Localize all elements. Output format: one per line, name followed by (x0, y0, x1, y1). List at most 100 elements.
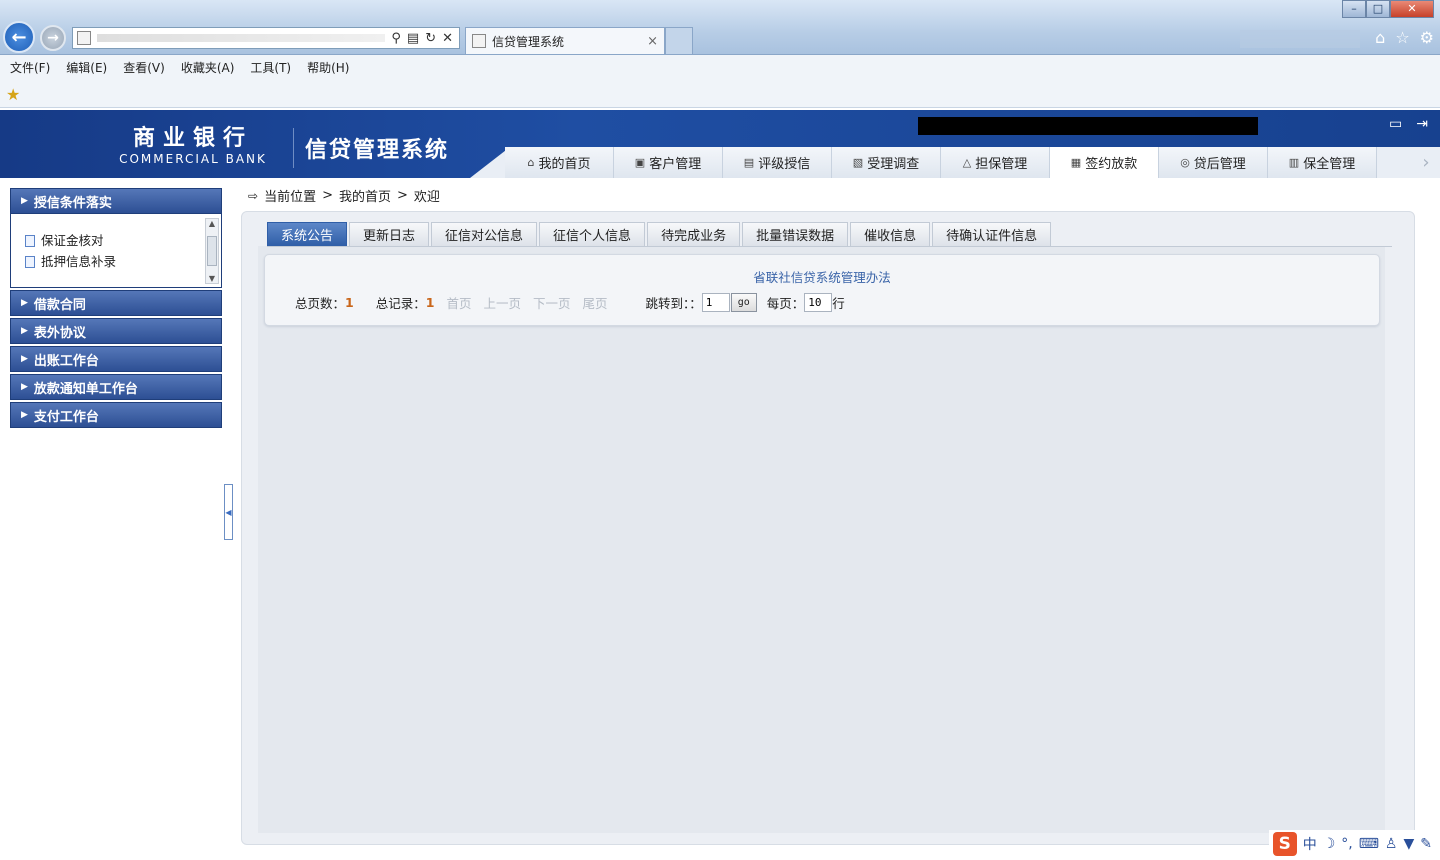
nav-postloan[interactable]: ◎ 贷后管理 (1159, 147, 1268, 178)
caret-right-icon: ▶ (21, 410, 28, 420)
moon-icon[interactable]: ☽ (1323, 836, 1336, 852)
breadcrumb-home[interactable]: 我的首页 (339, 186, 391, 205)
sidebar-group-loan-notice-desk[interactable]: ▶ 放款通知单工作台 (10, 374, 222, 400)
main-nav: ⌂ 我的首页 ▣ 客户管理 ▤ 评级授信 ▧ 受理调查 △ 担保管理 ▦ 签约放款 ◎ 贷后管… (505, 147, 1377, 178)
punctuation-icon[interactable]: °, (1341, 836, 1352, 852)
total-records-label: 总记录： (375, 296, 426, 311)
home-browser-icon[interactable]: ⌂ (1375, 28, 1385, 47)
menu-favorites[interactable]: 收藏夹(A) (181, 59, 235, 76)
bank-logo: 商业银行 COMMERCIAL BANK (108, 126, 278, 166)
tab-pending-business[interactable]: 待完成业务 (647, 222, 741, 246)
content-tabs: 系统公告 更新日志 征信对公信息 征信个人信息 待完成业务 批量错误数据 催收信… (267, 222, 1052, 246)
menu-tools[interactable]: 工具(T) (250, 59, 291, 76)
content-area (258, 246, 1385, 833)
caret-right-icon: ▶ (21, 298, 28, 308)
back-button[interactable]: ← (3, 21, 35, 53)
stop-icon[interactable]: ✕ (442, 31, 453, 46)
address-url-redacted (97, 34, 386, 42)
add-favorite-icon[interactable]: ★ (6, 85, 20, 104)
total-pages-value: 1 (345, 295, 354, 310)
jump-page-input[interactable] (701, 293, 730, 312)
sogou-ime-icon[interactable]: S (1272, 832, 1297, 856)
sidebar-item-label: 抵押信息补录 (41, 254, 117, 269)
back-arrow-icon: ← (11, 26, 27, 48)
breadcrumb-label: 当前位置 (264, 190, 317, 205)
menu-view[interactable]: 查看(V) (123, 59, 165, 76)
nav-customer[interactable]: ▣ 客户管理 (614, 147, 723, 178)
guarantee-icon: △ (962, 156, 972, 169)
refresh-icon[interactable]: ↻ (425, 31, 436, 46)
prev-page-link[interactable]: 上一页 (483, 293, 521, 312)
desktop-icon[interactable]: ▭ (1389, 116, 1402, 132)
tab-update-log[interactable]: 更新日志 (349, 222, 430, 246)
go-button[interactable]: go (730, 293, 757, 312)
sidebar-group-label: 表外协议 (33, 325, 86, 341)
tab-close-icon[interactable]: × (647, 34, 658, 49)
tab-pending-id-confirm[interactable]: 待确认证件信息 (932, 222, 1052, 246)
address-bar[interactable]: ⚲ ▤ ↻ ✕ (72, 27, 460, 49)
menu-help[interactable]: 帮助(H) (307, 59, 349, 76)
last-page-link[interactable]: 尾页 (582, 293, 607, 312)
new-tab-button[interactable] (665, 27, 693, 54)
menu-file[interactable]: 文件(F) (10, 59, 50, 76)
sidebar-group-off-balance[interactable]: ▶ 表外协议 (10, 318, 222, 344)
notice-link[interactable]: 省联社信贷系统管理办法 (265, 267, 1379, 286)
maximize-button[interactable]: □ (1366, 0, 1390, 18)
settings-gear-icon[interactable]: ⚙ (1420, 28, 1434, 47)
scroll-thumb[interactable] (207, 236, 217, 266)
sidebar-group-loan-contract[interactable]: ▶ 借款合同 (10, 290, 222, 316)
per-page-input[interactable] (804, 293, 833, 312)
nav-more-chevron-icon[interactable]: › (1412, 147, 1440, 178)
minimize-button[interactable]: – (1342, 0, 1366, 18)
scroll-up-icon[interactable]: ▲ (209, 219, 215, 228)
nav-contract[interactable]: ▦ 签约放款 (1050, 147, 1159, 178)
tab-batch-errors[interactable]: 批量错误数据 (742, 222, 849, 246)
forward-button[interactable]: → (40, 25, 66, 51)
first-page-link[interactable]: 首页 (446, 293, 471, 312)
tab-collection-info[interactable]: 催收信息 (850, 222, 931, 246)
sidebar-group-credit-conditions[interactable]: ▶ 授信条件落实 (10, 188, 222, 214)
logout-icon[interactable]: ⇥ (1416, 116, 1428, 132)
sidebar-scrollbar[interactable]: ▲ ▼ (205, 218, 219, 284)
keyboard-icon[interactable]: ⌨ (1359, 836, 1379, 852)
wrench-icon[interactable]: ✎ (1420, 836, 1432, 852)
user-icon[interactable]: ♙ (1385, 836, 1398, 852)
ime-toolbar: S 中 ☽ °, ⌨ ♙ ▼ ✎ (1268, 830, 1436, 858)
sidebar-group-payment-desk[interactable]: ▶ 支付工作台 (10, 402, 222, 428)
nav-guarantee[interactable]: △ 担保管理 (941, 147, 1050, 178)
nav-label: 受理调查 (867, 157, 920, 172)
menu-edit[interactable]: 编辑(E) (66, 59, 107, 76)
ime-mode[interactable]: 中 (1303, 834, 1317, 854)
sidebar-item-deposit-check[interactable]: 保证金核对 (25, 230, 221, 251)
search-icon[interactable]: ⚲ (391, 31, 401, 46)
nav-preserve[interactable]: ▥ 保全管理 (1268, 147, 1377, 178)
close-window-button[interactable]: ✕ (1390, 0, 1434, 18)
nav-label: 保全管理 (1303, 157, 1356, 172)
tab-corporate-credit[interactable]: 征信对公信息 (431, 222, 538, 246)
nav-label: 我的首页 (538, 157, 591, 172)
sidebar-item-mortgage-supplement[interactable]: 抵押信息补录 (25, 251, 221, 272)
skin-icon[interactable]: ▼ (1403, 836, 1414, 852)
tab-personal-credit[interactable]: 征信个人信息 (539, 222, 646, 246)
document-icon (25, 255, 35, 268)
redacted-area (1240, 30, 1360, 48)
nav-label: 评级授信 (758, 157, 811, 172)
browser-tab[interactable]: 信贷管理系统 × (465, 27, 665, 54)
scroll-down-icon[interactable]: ▼ (209, 274, 215, 283)
system-name: 信贷管理系统 (305, 138, 450, 163)
preserve-icon: ▥ (1288, 156, 1300, 169)
nav-survey[interactable]: ▧ 受理调查 (832, 147, 941, 178)
tab-title: 信贷管理系统 (492, 34, 565, 49)
total-pages-label: 总页数： (295, 296, 346, 311)
nav-rating[interactable]: ▤ 评级授信 (723, 147, 832, 178)
next-page-link[interactable]: 下一页 (533, 293, 571, 312)
sidebar-group-disbursement-desk[interactable]: ▶ 出账工作台 (10, 346, 222, 372)
favorites-star-icon[interactable]: ☆ (1395, 28, 1409, 47)
sidebar-collapse-handle[interactable]: ◀ (224, 484, 233, 540)
sidebar: ▶ 授信条件落实 保证金核对 抵押信息补录 ▲ ▼ ▶ 借款合同 ▶ 表外协议 … (10, 188, 222, 428)
postloan-icon: ◎ (1180, 156, 1190, 169)
sidebar-submenu: 保证金核对 抵押信息补录 ▲ ▼ (10, 214, 222, 288)
nav-home[interactable]: ⌂ 我的首页 (505, 147, 614, 178)
compat-view-icon[interactable]: ▤ (407, 31, 419, 46)
tab-system-notice[interactable]: 系统公告 (267, 222, 348, 246)
